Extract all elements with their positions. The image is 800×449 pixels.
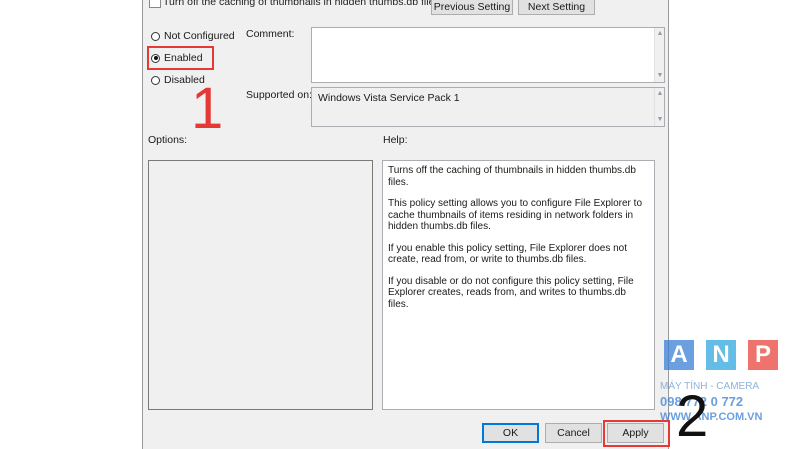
help-paragraph: If you enable this policy setting, File … [388,242,628,266]
previous-setting-button[interactable]: Previous Setting [431,0,513,15]
logo-tile-p: P [748,340,778,370]
step1-highlight-box [147,46,214,70]
policy-icon [149,0,161,8]
scroll-up-icon[interactable]: ▲ [656,90,664,98]
logo-tile-a: A [664,340,694,370]
cancel-button[interactable]: Cancel [545,423,602,443]
help-paragraph: This policy setting allows you to config… [388,198,643,232]
supported-on-box: Windows Vista Service Pack 1 ▲ ▼ [311,87,665,127]
dialog-title: Turn off the caching of thumbnails in hi… [163,0,440,8]
comment-label: Comment: [246,28,295,40]
step1-number: 1 [191,76,224,141]
help-paragraph: Turns off the caching of thumbnails in h… [388,165,636,188]
scroll-down-icon[interactable]: ▼ [656,116,664,124]
options-pane [148,160,373,410]
radio-circle-disabled[interactable] [151,75,160,85]
options-section-label: Options: [148,134,188,146]
help-paragraph: If you disable or do not configure this … [388,275,634,310]
ok-button[interactable]: OK [482,423,539,443]
supported-on-scrollbar[interactable]: ▲ ▼ [654,88,664,126]
supported-on-value: Windows Vista Service Pack 1 [318,92,460,104]
help-section-label: Help: [383,134,408,146]
radio-circle-not-configured[interactable] [151,31,160,41]
anp-logo: A N P [664,340,785,370]
scroll-down-icon[interactable]: ▼ [656,72,664,80]
next-setting-button[interactable]: Next Setting [518,0,595,15]
step2-highlight-box [603,420,670,447]
step2-number: 2 [676,384,709,449]
group-policy-dialog: Turn off the caching of thumbnails in hi… [142,0,670,449]
logo-tile-n: N [706,340,736,370]
comment-scrollbar[interactable]: ▲ ▼ [654,28,664,82]
supported-on-label: Supported on: [246,89,312,101]
help-pane: Turns off the caching of thumbnails in h… [382,160,655,410]
radio-not-configured-label: Not Configured [164,30,235,42]
radio-not-configured[interactable]: Not Configured [151,30,235,42]
scroll-up-icon[interactable]: ▲ [656,30,664,38]
comment-textarea[interactable]: ▲ ▼ [311,27,665,83]
